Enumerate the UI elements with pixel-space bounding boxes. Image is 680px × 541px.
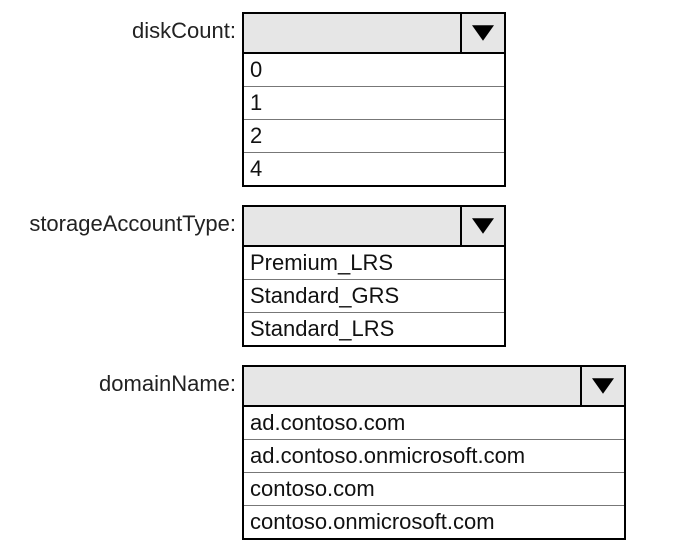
label-storageaccounttype: storageAccountType:	[0, 205, 242, 237]
row-diskcount: diskCount: 0 1 2 4	[0, 12, 680, 187]
option-domainname-3[interactable]: contoso.onmicrosoft.com	[244, 505, 624, 538]
dropdown-head-storageaccounttype[interactable]	[244, 207, 504, 247]
label-diskcount: diskCount:	[0, 12, 242, 44]
dropdown-diskcount[interactable]: 0 1 2 4	[242, 12, 506, 187]
label-domainname: domainName:	[0, 365, 242, 397]
dropdown-options-domainname: ad.contoso.com ad.contoso.onmicrosoft.co…	[244, 407, 624, 538]
row-storageaccounttype: storageAccountType: Premium_LRS Standard…	[0, 205, 680, 347]
dropdown-value-diskcount	[244, 14, 460, 52]
option-storageaccounttype-2[interactable]: Standard_LRS	[244, 312, 504, 345]
dropdown-options-diskcount: 0 1 2 4	[244, 54, 504, 185]
control-storageaccounttype: Premium_LRS Standard_GRS Standard_LRS	[242, 205, 506, 347]
dropdown-value-domainname	[244, 367, 580, 405]
parameter-form: diskCount: 0 1 2 4 storageAccountType:	[0, 0, 680, 540]
dropdown-head-diskcount[interactable]	[244, 14, 504, 54]
option-storageaccounttype-1[interactable]: Standard_GRS	[244, 279, 504, 312]
chevron-down-icon[interactable]	[460, 14, 504, 52]
option-domainname-2[interactable]: contoso.com	[244, 472, 624, 505]
option-diskcount-3[interactable]: 4	[244, 152, 504, 185]
row-domainname: domainName: ad.contoso.com ad.contoso.on…	[0, 365, 680, 540]
dropdown-storageaccounttype[interactable]: Premium_LRS Standard_GRS Standard_LRS	[242, 205, 506, 347]
option-domainname-0[interactable]: ad.contoso.com	[244, 407, 624, 439]
dropdown-head-domainname[interactable]	[244, 367, 624, 407]
control-diskcount: 0 1 2 4	[242, 12, 506, 187]
dropdown-options-storageaccounttype: Premium_LRS Standard_GRS Standard_LRS	[244, 247, 504, 345]
option-diskcount-2[interactable]: 2	[244, 119, 504, 152]
chevron-down-icon[interactable]	[580, 367, 624, 405]
dropdown-domainname[interactable]: ad.contoso.com ad.contoso.onmicrosoft.co…	[242, 365, 626, 540]
option-diskcount-0[interactable]: 0	[244, 54, 504, 86]
dropdown-value-storageaccounttype	[244, 207, 460, 245]
option-diskcount-1[interactable]: 1	[244, 86, 504, 119]
option-storageaccounttype-0[interactable]: Premium_LRS	[244, 247, 504, 279]
option-domainname-1[interactable]: ad.contoso.onmicrosoft.com	[244, 439, 624, 472]
control-domainname: ad.contoso.com ad.contoso.onmicrosoft.co…	[242, 365, 626, 540]
chevron-down-icon[interactable]	[460, 207, 504, 245]
